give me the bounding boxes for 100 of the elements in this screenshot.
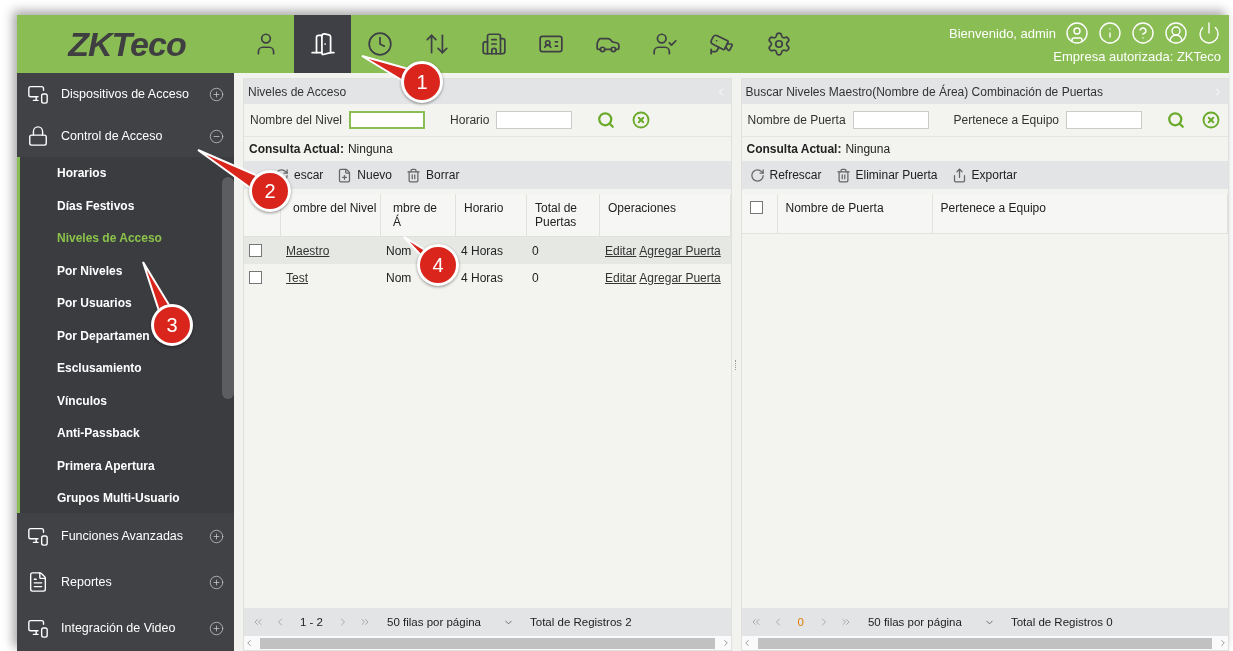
record-total: Total de Registros 0 (1010, 616, 1113, 628)
filter-field[interactable] (496, 111, 573, 129)
checkbox[interactable] (249, 244, 262, 257)
splitter-handle[interactable] (734, 359, 738, 370)
trash-icon (835, 167, 851, 183)
device-icon (27, 525, 49, 547)
export-icon (951, 167, 967, 183)
first-page-icon[interactable] (252, 616, 264, 628)
company-text: Empresa autorizada: ZKTeco (1053, 49, 1221, 64)
menu-item[interactable]: Anti-Passback (57, 417, 140, 450)
user-icon[interactable] (1164, 21, 1188, 45)
menu-group-label: Integración de Video (61, 621, 177, 635)
horizontal-scrollbar[interactable] (244, 636, 731, 650)
device-icon (27, 83, 49, 105)
toolbar-button[interactable]: Eliminar Puerta (835, 167, 938, 183)
clear-icon[interactable] (632, 111, 651, 129)
table-cell: 4 Horas (461, 270, 504, 285)
page-size-select[interactable]: 50 filas por página (387, 616, 514, 628)
expand-icon[interactable] (209, 86, 224, 102)
toolbar-button[interactable]: Exportar (951, 167, 1017, 183)
collapse-icon[interactable] (209, 128, 224, 144)
page-range: 0 (796, 616, 805, 628)
door-icon (309, 31, 336, 57)
operation-link[interactable]: Editar (605, 243, 637, 258)
menu-group-label: Control de Acceso (61, 129, 164, 143)
page-range: 1 - 2 (299, 616, 324, 628)
column-header[interactable]: Horario (456, 194, 527, 237)
table-cell: 4 Horas (461, 243, 504, 258)
column-header[interactable]: Pertenece a Equipo (932, 194, 1228, 234)
search-icon[interactable] (1167, 111, 1185, 129)
filter-field[interactable] (349, 111, 426, 129)
column-header[interactable]: Nombre de Puerta (777, 194, 933, 234)
query-label: Consulta Actual: (249, 142, 344, 156)
menu-item[interactable]: Esclusamiento (57, 352, 142, 385)
table-cell: Nom (386, 243, 412, 258)
scroll-left-icon[interactable] (244, 638, 254, 648)
info-icon[interactable] (1098, 21, 1122, 45)
settings-icon (765, 31, 792, 57)
report-icon (27, 571, 49, 593)
logo: ZKTeco (66, 23, 187, 65)
query-value: Ninguna (845, 142, 891, 156)
scrollbar-thumb[interactable] (222, 177, 234, 399)
column-header[interactable]: Total de Puertas (527, 194, 600, 237)
record-total: Total de Registros 2 (530, 616, 632, 628)
level-link[interactable]: Test (286, 270, 308, 285)
trash-icon (406, 167, 422, 183)
menu-item[interactable]: Por Usuarios (57, 287, 132, 320)
user-icon[interactable] (1065, 21, 1089, 45)
filter-label: Horario (450, 113, 490, 127)
last-page-icon[interactable] (359, 616, 371, 628)
refresh-icon (749, 167, 765, 183)
page-size-select[interactable]: 50 filas por página (867, 616, 995, 628)
menu-item[interactable]: Horarios (57, 157, 107, 190)
filter-field[interactable] (852, 111, 929, 129)
welcome-text: Bienvenido, admin (949, 25, 1056, 41)
filter-label: Nombre del Nivel (250, 113, 343, 127)
table-cell: Nom (386, 270, 412, 285)
menu-item[interactable]: Primera Apertura (57, 449, 155, 482)
menu-item[interactable]: Por Niveles (57, 254, 123, 287)
search-icon[interactable] (597, 111, 616, 129)
expand-icon[interactable] (209, 574, 224, 590)
menu-item[interactable]: Grupos Multi-Usuario (57, 482, 180, 513)
checkbox[interactable] (249, 271, 262, 284)
new-file-icon (337, 167, 353, 183)
building-icon (480, 31, 507, 57)
help-icon[interactable] (1131, 21, 1155, 45)
lock-icon (27, 125, 49, 147)
menu-group-label: Reportes (61, 575, 113, 589)
expand-icon[interactable] (209, 528, 224, 544)
power-icon[interactable] (1197, 21, 1221, 45)
toolbar-button[interactable]: Borrar (406, 167, 460, 183)
column-header[interactable]: mbre de Á (381, 194, 456, 237)
device-icon (27, 617, 49, 639)
checkbox[interactable] (749, 201, 763, 214)
menu-item[interactable]: Por Departamen (57, 319, 150, 352)
clock-icon (366, 31, 393, 57)
query-value: Ninguna (347, 142, 393, 156)
menu-item[interactable]: Niveles de Acceso (57, 222, 162, 255)
module-tab[interactable] (294, 15, 351, 73)
last-page-icon[interactable] (839, 616, 852, 628)
toolbar-button[interactable]: Nuevo (337, 167, 393, 183)
menu-item[interactable]: Días Festivos (57, 189, 135, 222)
query-label: Consulta Actual: (746, 142, 842, 156)
scroll-right-icon[interactable] (1218, 638, 1228, 648)
clear-icon[interactable] (1202, 111, 1220, 129)
filter-label: Pertenece a Equipo (953, 113, 1059, 127)
panel-title: Buscar Niveles Maestro(Nombre de Área) Combinación de Puertas (745, 84, 1103, 99)
operation-link[interactable]: Agregar Puerta (639, 243, 721, 258)
menu-item[interactable]: Vínculos (57, 384, 107, 417)
horizontal-scrollbar[interactable] (741, 636, 1228, 650)
filter-field[interactable] (1066, 111, 1142, 129)
column-header[interactable]: ombre del Nivel (281, 194, 381, 237)
operation-link[interactable]: Agregar Puerta (639, 270, 721, 285)
camera-icon (708, 31, 735, 57)
filter-label: Nombre de Puerta (747, 113, 846, 127)
toolbar-button[interactable]: Refrescar (749, 167, 822, 183)
column-header[interactable]: Operaciones (600, 194, 731, 237)
operation-link[interactable]: Editar (605, 270, 637, 285)
panel-title: Niveles de Acceso (248, 84, 347, 99)
expand-icon[interactable] (209, 620, 224, 636)
